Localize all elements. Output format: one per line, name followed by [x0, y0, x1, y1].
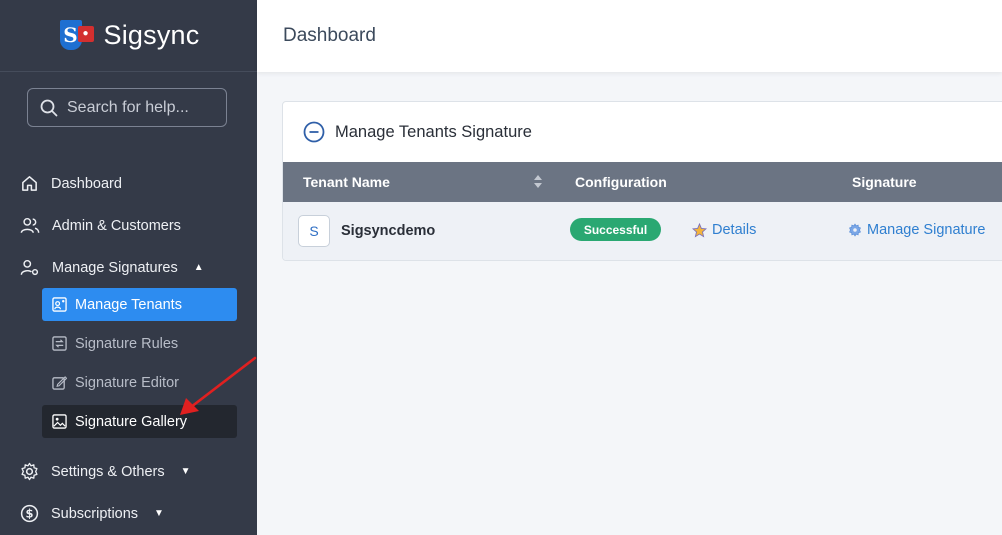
sidebar: S ● Sigsync Dashboard Admin & Customers … [0, 0, 257, 535]
sort-icon[interactable] [534, 175, 542, 188]
home-icon [22, 176, 37, 191]
annotation-arrow-icon [180, 356, 257, 415]
tenants-icon [52, 297, 67, 312]
manage-signature-label: Manage Signature [867, 222, 986, 238]
caret-down-icon: ▼ [180, 466, 191, 477]
table-header: Tenant Name Configuration Signature [283, 162, 1002, 202]
gallery-icon [52, 414, 67, 429]
manage-tenants-card: Manage Tenants Signature Tenant Name Con… [282, 101, 1002, 261]
table-row: S Sigsyncdemo Successful Details Manage … [283, 202, 1002, 260]
nav-label: Manage Signatures [52, 259, 178, 276]
nav-label: Settings & Others [51, 463, 165, 480]
subnav-label: Signature Editor [75, 374, 179, 391]
brand-name: Sigsync [103, 20, 200, 50]
column-header-tenant-name[interactable]: Tenant Name [303, 174, 390, 190]
column-header-signature: Signature [852, 174, 917, 190]
nav-label: Subscriptions [51, 505, 139, 522]
sigsync-logo-icon: S ● [58, 18, 98, 54]
card-header: Manage Tenants Signature [283, 102, 1002, 162]
search-input[interactable] [67, 98, 217, 117]
collapse-icon[interactable] [303, 121, 325, 143]
nav-item-subscriptions[interactable]: $ Subscriptions ▼ [20, 504, 164, 523]
subnav-label: Signature Gallery [75, 413, 188, 430]
page-title: Dashboard [283, 25, 376, 46]
user-settings-icon [20, 259, 39, 276]
nav-item-manage-signatures[interactable]: Manage Signatures ▲ [20, 258, 204, 277]
dollar-icon: $ [20, 504, 39, 523]
brand[interactable]: S ● Sigsync [0, 0, 257, 72]
top-header: Dashboard [257, 0, 1002, 72]
svg-text:$: $ [26, 507, 34, 521]
tenant-name: Sigsyncdemo [341, 223, 436, 239]
caret-down-icon: ▼ [154, 508, 164, 519]
users-icon [20, 217, 40, 233]
subnav-label: Signature Rules [75, 335, 179, 352]
nav-label: Dashboard [51, 175, 122, 192]
caret-up-icon: ▲ [193, 262, 204, 273]
status-badge: Successful [570, 218, 661, 241]
search-icon [40, 99, 58, 116]
rules-icon [52, 336, 67, 351]
search-box[interactable] [27, 88, 227, 127]
nav-item-admin-customers[interactable]: Admin & Customers [20, 216, 181, 235]
nav-item-settings-others[interactable]: Settings & Others ▼ [20, 462, 191, 481]
column-header-configuration: Configuration [575, 174, 667, 190]
card-title: Manage Tenants Signature [335, 122, 532, 141]
manage-signature-link[interactable]: Manage Signature [848, 222, 986, 238]
nav-item-dashboard[interactable]: Dashboard [20, 174, 122, 193]
gear-icon [849, 223, 861, 237]
edit-icon [52, 376, 67, 390]
details-label: Details [712, 222, 757, 238]
tenant-avatar: S [298, 215, 330, 247]
subnav-label: Manage Tenants [75, 296, 182, 313]
details-link[interactable]: Details [692, 222, 756, 238]
lock-icon: ● [77, 25, 94, 42]
subnav-item-manage-tenants[interactable]: Manage Tenants [42, 288, 237, 321]
nav-label: Admin & Customers [52, 217, 181, 234]
gear-icon [21, 462, 38, 481]
star-icon [692, 222, 707, 237]
